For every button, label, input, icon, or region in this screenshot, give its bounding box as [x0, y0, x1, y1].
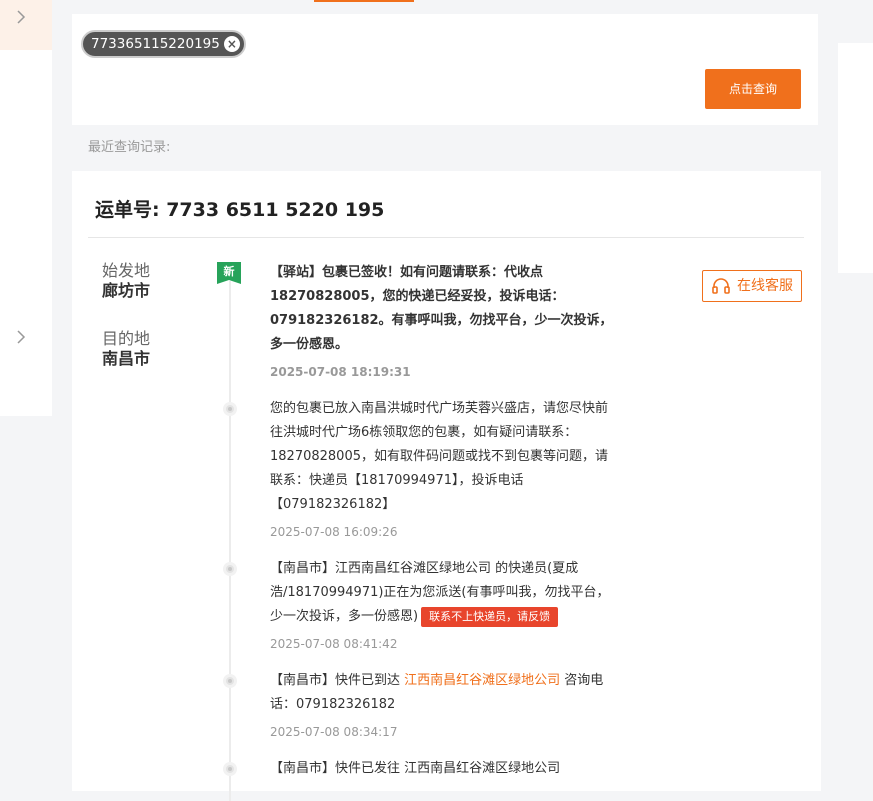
search-card: 773365115220195 × 点击查询: [72, 14, 818, 125]
close-icon[interactable]: ×: [223, 36, 240, 52]
divider: [88, 237, 804, 238]
event-time: 2025-07-08 08:34:17: [270, 725, 398, 739]
timeline-line: [229, 281, 231, 801]
query-button[interactable]: 点击查询: [705, 69, 801, 109]
headset-icon: [712, 278, 730, 294]
event-time: 2025-07-08 18:19:31: [270, 365, 411, 379]
destination-city: 南昌市: [102, 349, 151, 368]
event-text: 【驿站】包裹已签收！如有问题请联系：代收点18270828005，您的快递已经妥…: [270, 265, 613, 352]
feedback-courier-tag[interactable]: 联系不上快递员，请反馈: [421, 606, 559, 627]
event-text: 您的包裹已放入南昌洪城时代广场芙蓉兴盛店，请您尽快前往洪城时代广场6栋领取您的包…: [270, 401, 609, 512]
result-card: 运单号: 7733 6511 5220 195 始发地 廊坊市 目的地 南昌市 …: [72, 171, 821, 801]
destination-label: 目的地: [102, 329, 151, 348]
origin-city: 廊坊市: [102, 281, 151, 300]
event-text-prefix: 【南昌市】快件已到达: [270, 673, 405, 688]
left-side-panel: [0, 0, 52, 416]
timeline-dot: [223, 674, 237, 688]
timeline-dot: [223, 762, 237, 776]
destination-block: 目的地 南昌市: [102, 329, 150, 369]
event-time: 2025-07-08 16:09:26: [270, 525, 398, 539]
origin-label: 始发地: [102, 261, 151, 280]
timeline-event: 您的包裹已放入南昌洪城时代广场芙蓉兴盛店，请您尽快前往洪城时代广场6栋领取您的包…: [270, 397, 615, 541]
event-time: 2025-07-08 08:41:42: [270, 637, 398, 651]
online-service-button[interactable]: 在线客服: [702, 270, 802, 302]
chevron-right-icon[interactable]: [14, 328, 28, 346]
origin-block: 始发地 廊坊市: [102, 261, 150, 301]
timeline-dot: [223, 562, 237, 576]
timeline-event: 【南昌市】江西南昌红谷滩区绿地公司 的快递员(夏成浩/18170994971)正…: [270, 557, 615, 653]
waybill-title: 运单号: 7733 6511 5220 195: [95, 199, 385, 221]
online-service-label: 在线客服: [737, 278, 793, 294]
station-link[interactable]: 江西南昌红谷滩区绿地公司: [404, 673, 560, 688]
top-accent-bar: [314, 0, 414, 2]
timeline-event: 【南昌市】快件已发往 江西南昌红谷滩区绿地公司: [270, 757, 615, 781]
timeline-event: 【南昌市】快件已到达 江西南昌红谷滩区绿地公司 咨询电话：07918232618…: [270, 669, 615, 741]
right-side-panel: [838, 43, 873, 273]
timeline-event: 【驿站】包裹已签收！如有问题请联系：代收点18270828005，您的快递已经妥…: [270, 261, 615, 381]
chevron-right-icon[interactable]: [14, 8, 28, 26]
recent-queries-label: 最近查询记录:: [88, 140, 171, 155]
timeline-dot: [223, 402, 237, 416]
tracking-number-chip[interactable]: 773365115220195 ×: [81, 30, 246, 58]
chip-value: 773365115220195: [91, 36, 220, 52]
event-text: 【南昌市】快件已发往 江西南昌红谷滩区绿地公司: [270, 761, 561, 776]
